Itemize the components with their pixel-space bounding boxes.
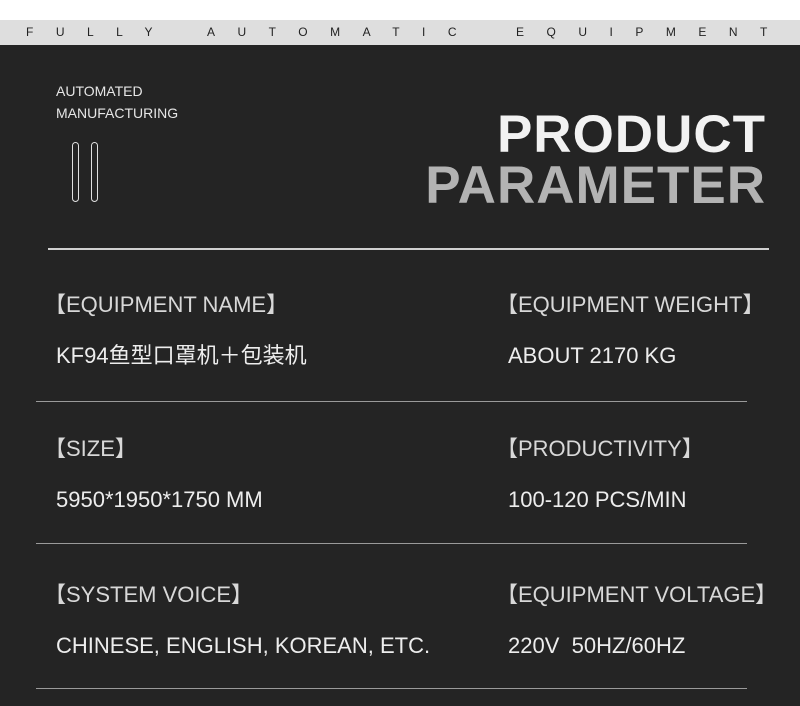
row-divider (36, 401, 747, 402)
tagline-bar: FULLY AUTOMATIC EQUIPMENT (0, 20, 800, 45)
row-divider (36, 543, 747, 544)
tagline-automatic: AUTOMATIC (207, 25, 480, 39)
equipment-name-label: 【EQUIPMENT NAME】 (44, 292, 289, 317)
pill-decoration-right (91, 142, 98, 202)
equipment-voltage-label: 【EQUIPMENT VOLTAGE】 (496, 582, 778, 607)
title-parameter: PARAMETER (425, 156, 766, 215)
brand-label: AUTOMATED MANUFACTURING (56, 80, 178, 124)
productivity-label: 【PRODUCTIVITY】 (496, 436, 704, 461)
productivity-value: 100-120 PCS/MIN (508, 487, 687, 512)
equipment-name-value: KF94鱼型口罩机＋包装机 (56, 343, 307, 368)
title-divider (48, 248, 769, 250)
parameter-panel: AUTOMATED MANUFACTURING PRODUCT PARAMETE… (0, 45, 800, 706)
tagline-equipment: EQUIPMENT (516, 25, 790, 39)
size-label: 【SIZE】 (44, 436, 137, 461)
pill-decoration-left (72, 142, 79, 202)
tagline-fully: FULLY (26, 25, 175, 39)
title-product: PRODUCT (496, 105, 766, 164)
system-voice-label: 【SYSTEM VOICE】 (44, 582, 254, 607)
equipment-voltage-value: 220V 50HZ/60HZ (508, 633, 686, 658)
equipment-weight-label: 【EQUIPMENT WEIGHT】 (496, 292, 765, 317)
system-voice-value: CHINESE, ENGLISH, KOREAN, ETC. (56, 633, 431, 658)
row-divider (36, 688, 747, 689)
top-margin (0, 0, 800, 20)
size-value: 5950*1950*1750 MM (56, 487, 263, 512)
brand-line-1: AUTOMATED (56, 83, 143, 99)
brand-line-2: MANUFACTURING (56, 105, 179, 121)
equipment-weight-value: ABOUT 2170 KG (508, 343, 677, 368)
